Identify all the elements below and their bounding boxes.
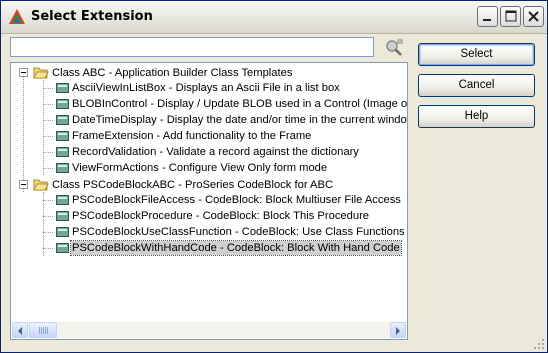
select-button[interactable]: Select: [418, 43, 535, 66]
extension-item-icon: [56, 147, 69, 157]
title-bar[interactable]: Select Extension: [1, 1, 547, 34]
tree-item-label: RecordValidation - Validate a record aga…: [72, 146, 359, 158]
tree-item-label: AsciiViewInListBox - Displays an Ascii F…: [72, 82, 340, 94]
folder-open-icon: [33, 67, 49, 79]
tree-item-label: PSCodeBlockProcedure - CodeBlock: Block …: [72, 210, 370, 222]
scroll-thumb[interactable]: [29, 322, 57, 338]
extension-item-icon: [56, 243, 69, 253]
tree-line: [43, 136, 53, 137]
arrow-right-icon: [396, 327, 400, 335]
tree-item-label: PSCodeBlockWithHandCode - CodeBlock: Blo…: [70, 240, 402, 256]
tree-line: [43, 152, 53, 153]
extension-item-icon: [56, 227, 69, 237]
minimize-icon: [483, 19, 491, 21]
minimize-button[interactable]: [477, 6, 498, 27]
maximize-icon: [505, 10, 517, 22]
cancel-button[interactable]: Cancel: [418, 74, 535, 97]
tree-line: [43, 168, 53, 169]
search-icon[interactable]: [383, 37, 405, 58]
tree-item-label: FrameExtension - Add functionality to th…: [72, 130, 312, 142]
extension-item-icon: [56, 131, 69, 141]
maximize-button[interactable]: [500, 6, 521, 27]
collapse-icon[interactable]: [19, 68, 28, 77]
scroll-right-button[interactable]: [390, 322, 406, 338]
resize-grip-icon[interactable]: [533, 338, 545, 350]
extension-item-icon: [56, 99, 69, 109]
select-extension-dialog: Select Extension Class ABC - Application…: [0, 0, 548, 353]
tree-line: [23, 72, 24, 192]
tree-line: [43, 232, 53, 233]
extension-item-icon: [56, 115, 69, 125]
tree-item-label: DateTimeDisplay - Display the date and/o…: [72, 114, 408, 126]
tree-line: [43, 192, 44, 256]
close-button[interactable]: [523, 6, 544, 27]
tree-line: [43, 88, 53, 89]
tree-item-label: ViewFormActions - Configure View Only fo…: [72, 162, 328, 174]
tree-group-label: Class PSCodeBlockABC - ProSeries CodeBlo…: [52, 179, 334, 191]
extension-item-icon: [56, 211, 69, 221]
tree-line: [43, 248, 53, 249]
scroll-left-button[interactable]: [12, 322, 28, 338]
folder-open-icon: [33, 179, 49, 191]
window-title: Select Extension: [31, 9, 153, 24]
extension-item-icon: [56, 163, 69, 173]
tree-item-label: PSCodeBlockUseClassFunction - CodeBlock:…: [72, 226, 408, 238]
tree-line: [43, 80, 44, 175]
horizontal-scrollbar[interactable]: [12, 322, 406, 338]
tree-item-label: BLOBInControl - Display / Update BLOB us…: [72, 98, 408, 110]
extension-item-icon: [56, 195, 69, 205]
search-input[interactable]: [10, 37, 374, 57]
close-icon: [528, 11, 539, 22]
tree-line: [43, 216, 53, 217]
extension-item-icon: [56, 83, 69, 93]
extension-tree[interactable]: Class ABC - Application Builder Class Te…: [10, 62, 408, 340]
tree-line: [43, 200, 53, 201]
tree-line: [43, 104, 53, 105]
tree-line: [43, 120, 53, 121]
app-icon: [9, 9, 25, 24]
tree-item-label: PSCodeBlockFileAccess - CodeBlock: Block…: [72, 194, 401, 206]
help-button[interactable]: Help: [418, 105, 535, 128]
tree-group-label: Class ABC - Application Builder Class Te…: [52, 67, 293, 79]
collapse-icon[interactable]: [19, 180, 28, 189]
arrow-left-icon: [18, 327, 22, 335]
